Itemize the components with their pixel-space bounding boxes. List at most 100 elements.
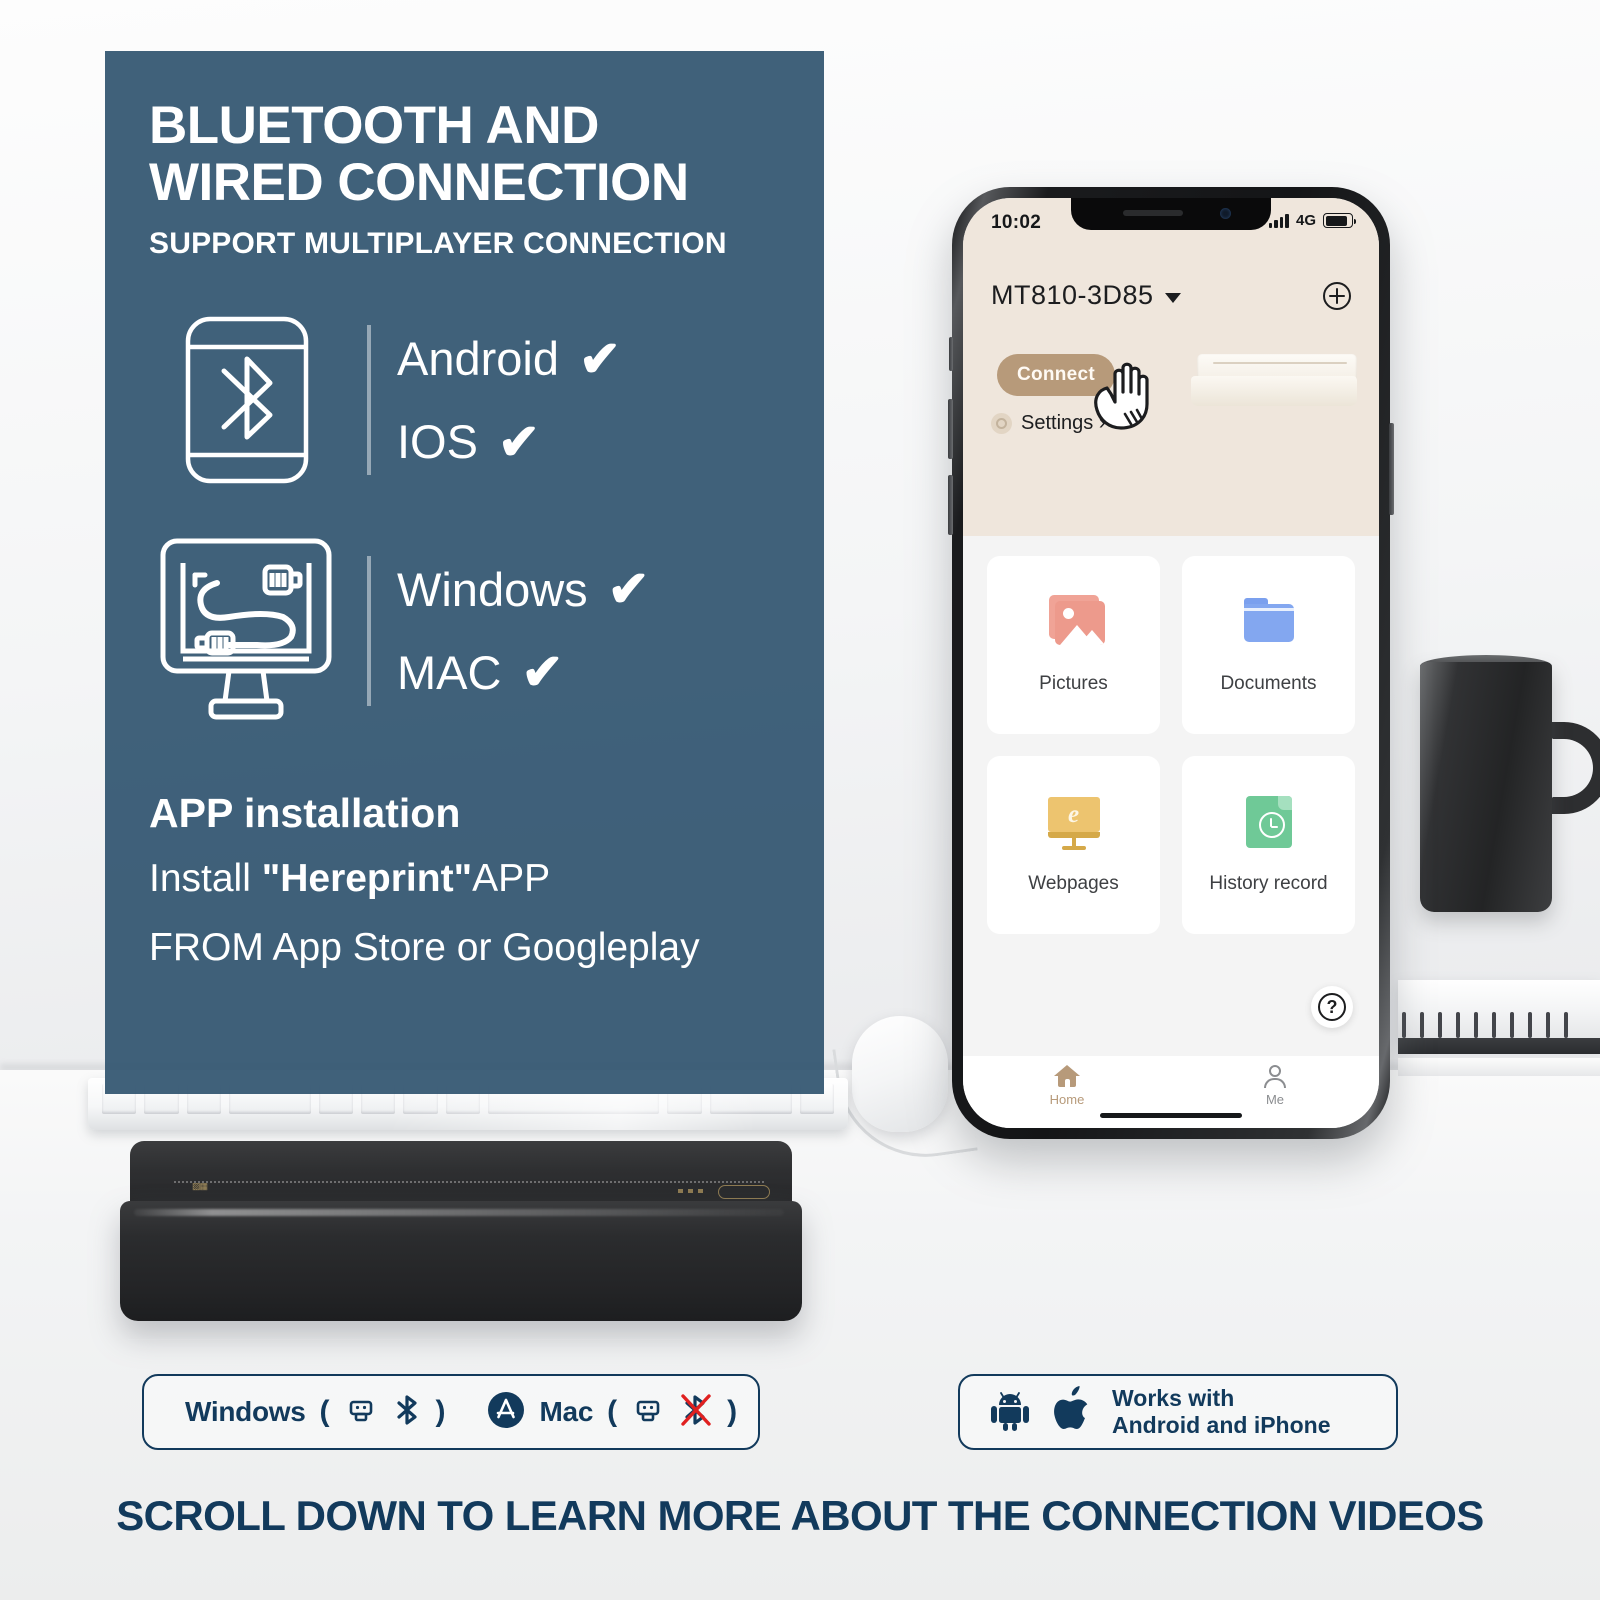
phone-power-button[interactable] xyxy=(1389,423,1394,515)
open-paren: ( xyxy=(607,1395,618,1428)
gear-icon xyxy=(991,413,1012,434)
group-divider xyxy=(367,555,371,706)
install-app-name: "Hereprint" xyxy=(261,857,473,901)
bluetooth-icon xyxy=(392,1392,422,1433)
tile-label-documents: Documents xyxy=(1220,673,1317,694)
spiral-ring xyxy=(1510,1012,1514,1038)
folder-icon xyxy=(1238,595,1300,651)
install-heading: APP installation xyxy=(149,790,461,837)
file-clock-icon xyxy=(1238,795,1300,851)
notebook-cover xyxy=(1398,1038,1600,1054)
tile-label-webpages: Webpages xyxy=(1028,873,1119,894)
home-icon xyxy=(1054,1065,1080,1087)
os-label-ios: IOS xyxy=(397,415,478,469)
computer-mouse xyxy=(852,1016,948,1132)
spiral-ring xyxy=(1438,1012,1442,1038)
app-install-block: APP installation Install "Hereprint"APP … xyxy=(149,790,780,974)
spiral-ring xyxy=(1528,1012,1532,1038)
status-time: 10:02 xyxy=(991,212,1042,233)
network-type-label: 4G xyxy=(1295,212,1316,229)
feature-info-panel: BLUETOOTH AND WIRED CONNECTION SUPPORT M… xyxy=(105,51,824,1094)
os-row-mac: MAC ✔ xyxy=(397,645,650,700)
device-selector[interactable]: MT810-3D85 xyxy=(991,280,1181,311)
os-label-windows: Windows xyxy=(397,562,588,616)
works-with-text: Works with Android and iPhone xyxy=(1112,1385,1331,1439)
tile-webpages[interactable]: e Webpages xyxy=(987,756,1160,934)
spiral-ring xyxy=(1402,1012,1406,1038)
app-header: MT810-3D85 Connect Settings › xyxy=(963,254,1379,536)
battery-icon xyxy=(1323,213,1356,228)
mobile-compatibility-group: Android ✔ IOS ✔ xyxy=(149,315,780,485)
footer-cta-text: SCROLL DOWN TO LEARN MORE ABOUT THE CONN… xyxy=(116,1492,1484,1539)
printer-status-leds xyxy=(678,1189,704,1193)
os-label-android: Android xyxy=(397,332,559,386)
desktop-compatibility-group: Windows ✔ MAC ✔ xyxy=(149,533,780,728)
close-paren: ) xyxy=(727,1395,738,1428)
windows-logo-icon xyxy=(168,1394,171,1430)
spiral-ring xyxy=(1564,1012,1568,1038)
help-button[interactable]: ? xyxy=(1311,986,1353,1028)
badge-label-windows: Windows xyxy=(185,1396,306,1427)
mobile-os-list: Android ✔ IOS ✔ xyxy=(397,331,621,469)
printer-highlight xyxy=(134,1209,784,1216)
front-camera-icon xyxy=(1220,208,1231,219)
printer-top-lid: ▨▦ xyxy=(130,1141,792,1207)
printer-illustration-slot xyxy=(1213,362,1347,364)
printer-power-button xyxy=(718,1185,770,1199)
signal-bars-icon xyxy=(1268,213,1289,228)
check-icon: ✔ xyxy=(521,644,564,701)
check-icon: ✔ xyxy=(607,561,650,618)
printer-paper-slot xyxy=(174,1181,766,1183)
notebook-second xyxy=(1398,1058,1600,1076)
check-icon: ✔ xyxy=(497,413,540,470)
apple-logo-icon xyxy=(1052,1385,1094,1439)
smartphone-mockup: 10:02 4G MT810-3D85 Connect Settings › P… xyxy=(948,187,1394,1139)
portable-printer-product: ▨▦ xyxy=(120,1141,802,1340)
feature-tile-grid: Pictures Documents e Webpages History re… xyxy=(987,556,1355,934)
chevron-down-icon xyxy=(1164,292,1181,303)
browser-monitor-icon: e xyxy=(1043,795,1105,851)
printer-seam xyxy=(128,1339,794,1340)
android-logo-icon xyxy=(986,1386,1034,1439)
phone-volume-down-button[interactable] xyxy=(948,475,953,535)
panel-title-line-1: BLUETOOTH AND xyxy=(149,96,599,155)
phone-volume-up-button[interactable] xyxy=(948,399,953,459)
settings-link[interactable]: Settings › xyxy=(991,412,1105,435)
earpiece-speaker xyxy=(1123,210,1183,216)
mobile-compatibility-badge: Works with Android and iPhone xyxy=(958,1374,1398,1450)
coffee-mug xyxy=(1420,662,1552,912)
desktop-compatibility-badge: Windows ( ) Mac () xyxy=(142,1374,760,1450)
spiral-ring xyxy=(1456,1012,1460,1038)
close-paren: ) xyxy=(435,1395,446,1428)
works-with-line-1: Works with xyxy=(1112,1384,1235,1411)
os-row-windows: Windows ✔ xyxy=(397,562,650,617)
desktop-os-list: Windows ✔ MAC ✔ xyxy=(397,562,650,700)
printer-illustration-body xyxy=(1191,376,1357,406)
home-indicator[interactable] xyxy=(1100,1113,1242,1118)
app-content-area: Pictures Documents e Webpages History re… xyxy=(963,536,1379,1056)
question-mark-icon: ? xyxy=(1318,993,1346,1021)
spiral-ring xyxy=(1492,1012,1496,1038)
phone-mute-switch[interactable] xyxy=(949,337,953,371)
install-prefix: Install xyxy=(149,857,262,901)
add-device-button[interactable] xyxy=(1321,280,1353,312)
check-icon: ✔ xyxy=(579,330,621,387)
app-store-logo-icon xyxy=(486,1390,526,1435)
panel-subtitle: SUPPORT MULTIPLAYER CONNECTION xyxy=(149,227,727,261)
tile-label-history-record: History record xyxy=(1209,873,1328,894)
spiral-ring xyxy=(1420,1012,1424,1038)
group-divider xyxy=(367,325,371,476)
tile-history-record[interactable]: History record xyxy=(1182,756,1355,934)
printer-body xyxy=(120,1201,802,1340)
install-suffix: APP xyxy=(472,857,551,901)
phone-bluetooth-icon xyxy=(149,315,359,485)
tile-pictures[interactable]: Pictures xyxy=(987,556,1160,734)
os-label-mac: MAC xyxy=(397,645,502,699)
settings-label: Settings › xyxy=(1021,412,1106,434)
badge-label-mac: Mac xyxy=(539,1396,594,1427)
tab-label-home: Home xyxy=(1049,1092,1085,1107)
tile-documents[interactable]: Documents xyxy=(1182,556,1355,734)
tab-label-me: Me xyxy=(1265,1092,1285,1107)
person-icon xyxy=(1263,1065,1287,1088)
spiral-ring xyxy=(1474,1012,1478,1038)
